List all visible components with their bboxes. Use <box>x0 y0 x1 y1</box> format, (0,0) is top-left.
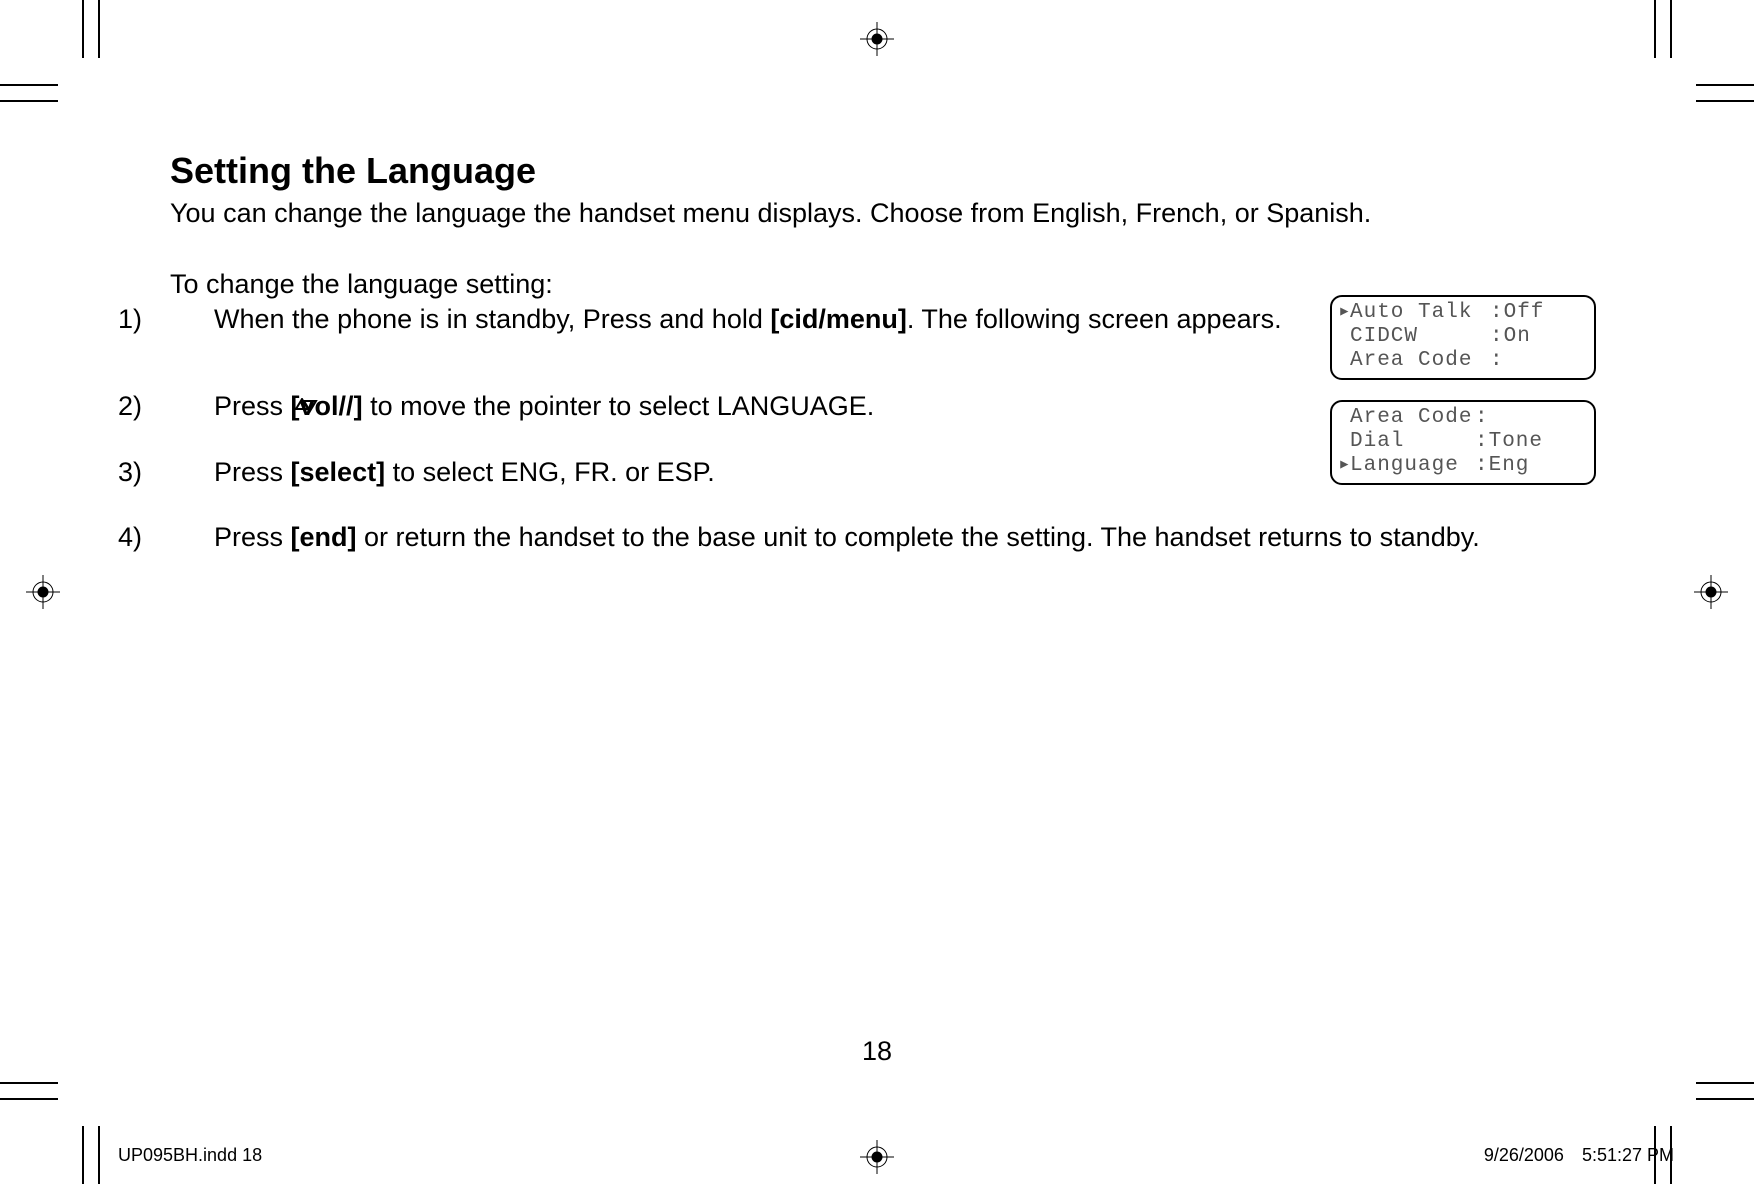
lcd-label: Dial <box>1350 430 1475 454</box>
footer-time: 5:51:27 PM <box>1582 1145 1674 1166</box>
lcd-value: :Off <box>1490 301 1588 325</box>
lcd-label: Language <box>1350 454 1475 478</box>
pointer-icon <box>1338 430 1350 454</box>
footer-file: UP095BH.indd 18 <box>118 1145 262 1166</box>
crop-mark <box>1696 100 1754 102</box>
section-title: Setting the Language <box>170 150 1580 192</box>
step-number: 4) <box>170 522 214 553</box>
crop-mark <box>82 0 84 58</box>
crop-mark <box>0 84 58 86</box>
lcd-label: Area Code <box>1350 349 1490 373</box>
crop-mark <box>1696 1098 1754 1100</box>
step-number: 3) <box>170 457 214 488</box>
button-ref: [select] <box>291 457 386 487</box>
lcd-row: ▸Auto Talk:Off <box>1338 301 1588 325</box>
registration-mark-icon <box>1694 575 1728 609</box>
lcd-row: Area Code: <box>1338 349 1588 373</box>
registration-mark-icon <box>26 575 60 609</box>
step-text: . The following screen appears. <box>907 304 1282 334</box>
lcd-screen-2: Area Code: Dial:Tone ▸Language:Eng <box>1330 400 1596 485</box>
step-4: 4)Press [end] or return the handset to t… <box>170 522 1580 553</box>
lcd-label: Area Code <box>1350 406 1475 430</box>
lcd-row: ▸Language:Eng <box>1338 454 1588 478</box>
footer: UP095BH.indd 18 9/26/2006 5:51:27 PM <box>118 1145 1674 1166</box>
page: Setting the Language You can change the … <box>0 0 1754 1184</box>
step-text: to select ENG, FR. or ESP. <box>385 457 715 487</box>
registration-mark-icon <box>860 22 894 56</box>
step-number: 1) <box>170 304 214 335</box>
lcd-value: :Eng <box>1475 454 1588 478</box>
pointer-icon <box>1338 349 1350 373</box>
footer-date: 9/26/2006 <box>1484 1145 1564 1166</box>
lcd-screen-1: ▸Auto Talk:Off CIDCW:On Area Code: <box>1330 295 1596 380</box>
crop-mark <box>0 1082 58 1084</box>
step-text: Press <box>214 391 291 421</box>
crop-mark <box>82 1126 84 1184</box>
crop-mark <box>1654 0 1656 58</box>
crop-mark <box>1696 84 1754 86</box>
pointer-icon: ▸ <box>1338 301 1350 325</box>
crop-mark <box>0 100 58 102</box>
lcd-label: CIDCW <box>1350 325 1490 349</box>
crop-mark <box>1696 1082 1754 1084</box>
step-text: When the phone is in standby, Press and … <box>214 304 770 334</box>
crop-mark <box>98 0 100 58</box>
crop-mark <box>1670 0 1672 58</box>
lcd-row: Dial:Tone <box>1338 430 1588 454</box>
lcd-value: : <box>1475 406 1588 430</box>
lcd-label: Auto Talk <box>1350 301 1490 325</box>
step-text: or return the handset to the base unit t… <box>357 522 1480 552</box>
step-text: to move the pointer to select LANGUAGE. <box>363 391 875 421</box>
page-number: 18 <box>0 1036 1754 1067</box>
step-text: Press <box>214 457 291 487</box>
intro-text: You can change the language the handset … <box>170 198 1580 229</box>
lcd-value: : <box>1490 349 1588 373</box>
lcd-value: :Tone <box>1475 430 1588 454</box>
step-text: Press <box>214 522 291 552</box>
step-number: 2) <box>170 391 214 422</box>
crop-mark <box>98 1126 100 1184</box>
pointer-icon: ▸ <box>1338 454 1350 478</box>
button-ref: [cid/menu] <box>770 304 907 334</box>
button-ref: [end] <box>291 522 357 552</box>
button-ref-close: ] <box>354 391 363 421</box>
lcd-row: Area Code: <box>1338 406 1588 430</box>
lcd-value: :On <box>1490 325 1588 349</box>
pointer-icon <box>1338 406 1350 430</box>
lcd-row: CIDCW:On <box>1338 325 1588 349</box>
pointer-icon <box>1338 325 1350 349</box>
crop-mark <box>0 1098 58 1100</box>
lcd-screens: ▸Auto Talk:Off CIDCW:On Area Code: Area … <box>1330 295 1590 505</box>
